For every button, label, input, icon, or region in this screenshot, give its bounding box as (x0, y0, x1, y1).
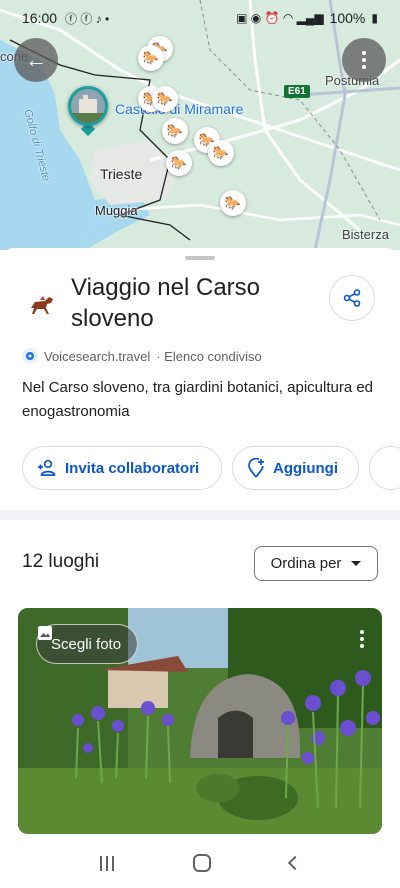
facebook-icon: ⓕ ⓕ ♪ • (65, 11, 110, 26)
place-pin[interactable]: 🐎 (208, 140, 234, 166)
place-pin[interactable]: 🐎 (162, 118, 188, 144)
photo-more-button[interactable] (356, 630, 368, 648)
home-button[interactable] (192, 854, 211, 872)
place-pin[interactable]: 🐎 (220, 190, 246, 216)
share-icon (343, 289, 361, 307)
horse-icon: 🐎 (212, 145, 230, 160)
list-source-row: Voicesearch.travel · Elenco condiviso (22, 348, 262, 364)
map-label-trieste: Trieste (100, 166, 143, 182)
map-label-bisterza: Bisterza (342, 227, 389, 242)
invite-collaborators-button[interactable]: Invita collaboratori (22, 446, 222, 490)
horse-icon: 🐎 (166, 123, 184, 138)
arrow-left-icon: ← (25, 47, 47, 72)
sheet-drag-handle[interactable] (185, 256, 215, 260)
battery-icon: ▮ (371, 11, 378, 25)
list-bottom-sheet: Viaggio nel Carso sloveno Voicesearch.tr… (0, 248, 400, 838)
add-label: Aggiungi (273, 459, 338, 477)
more-vert-icon (362, 51, 366, 69)
status-bar: 16:00 ⓕ ⓕ ♪ • ▣ ◉ ⏰ ◠ ▂▄▆ 100% ▮ (0, 0, 400, 36)
map-label-muggia: Muggia (95, 203, 138, 218)
map-graphics (0, 0, 400, 250)
horse-icon: 🐎 (142, 50, 160, 65)
horse-icon (31, 296, 53, 314)
add-location-icon (248, 458, 264, 478)
invite-label: Invita collaboratori (65, 459, 200, 477)
castle-photo-pin[interactable] (68, 86, 108, 126)
choose-photo-button[interactable]: Scegli foto (36, 624, 139, 664)
horse-icon: 🐎 (170, 155, 188, 170)
more-options-button[interactable] (342, 38, 386, 82)
signal-icons: ▣ ◉ ⏰ ◠ ▂▄▆ (236, 11, 324, 25)
sort-dropdown[interactable]: Ordina per (254, 546, 378, 581)
source-name[interactable]: Voicesearch.travel (44, 349, 150, 364)
image-icon (38, 626, 52, 640)
list-description: Nel Carso sloveno, tra giardini botanici… (22, 379, 374, 420)
back-button[interactable]: ← (14, 38, 58, 82)
battery-level: 100% (329, 10, 366, 26)
place-pin[interactable]: 🐎 (138, 45, 164, 71)
recent-apps-button[interactable] (99, 855, 114, 871)
system-back-button[interactable] (288, 855, 303, 871)
list-title: Viaggio nel Carso sloveno (71, 274, 261, 332)
horse-icon: 🐎 (224, 195, 242, 210)
map-view[interactable]: cone Golfo di Trieste Castello di Mirama… (0, 0, 400, 250)
place-pin[interactable]: 🐎 (152, 86, 178, 112)
more-actions-chip[interactable] (369, 446, 400, 490)
add-place-button[interactable]: Aggiungi (232, 446, 359, 490)
caret-down-icon (351, 561, 362, 566)
person-add-icon (38, 459, 56, 476)
section-divider (0, 510, 400, 520)
system-nav-bar (0, 838, 400, 888)
choose-photo-label: Scegli foto (51, 635, 122, 653)
sort-label: Ordina per (270, 555, 342, 572)
castle-icon (71, 89, 105, 123)
shared-list-label: · Elenco condiviso (156, 348, 262, 364)
place-pin[interactable]: 🐎 (166, 150, 192, 176)
status-time: 16:00 (22, 10, 58, 26)
source-logo-icon (22, 348, 38, 364)
road-badge-e61: E61 (284, 85, 310, 98)
map-label-castle[interactable]: Castello di Miramare (115, 101, 243, 117)
horse-icon: 🐎 (156, 91, 174, 106)
places-count: 12 luoghi (22, 551, 100, 572)
list-emoji-icon (22, 286, 60, 324)
share-button[interactable] (329, 275, 375, 321)
place-photo-card[interactable]: Scegli foto (18, 608, 382, 834)
